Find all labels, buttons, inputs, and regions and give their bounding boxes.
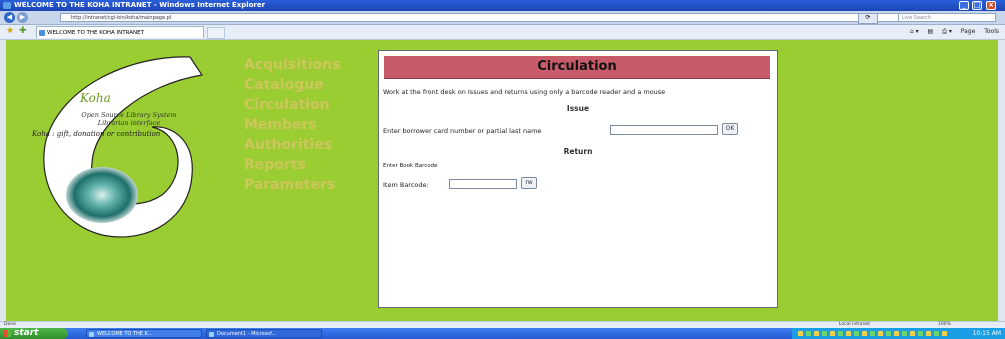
nav-circulation[interactable]: Circulation xyxy=(244,95,340,115)
address-bar: ◀ ▶ http://intranet/cgi-bin/koha/mainpag… xyxy=(0,11,1005,25)
start-label: start xyxy=(14,328,39,338)
taskbar-item-word[interactable]: Document1 - Microsof... xyxy=(206,329,322,338)
page-favicon-icon xyxy=(39,30,45,36)
logo-name: Koha xyxy=(80,91,111,105)
circulation-intro: Work at the front desk on Issues and ret… xyxy=(383,88,666,96)
new-tab-button[interactable] xyxy=(207,27,225,39)
ie-icon xyxy=(3,2,11,9)
book-barcode-label: Enter Book Barcode xyxy=(383,163,438,169)
search-input[interactable]: Live Search xyxy=(898,13,996,22)
status-bar: Done Local intranet 100% xyxy=(0,321,1005,328)
taskbar: start WELCOME TO THE K... Document1 - Mi… xyxy=(0,328,1005,339)
favorites-star-icon[interactable]: ★ xyxy=(6,27,14,36)
logo-tagline: Koha : gift, donation or contribution xyxy=(32,130,161,138)
issue-heading: Issue xyxy=(566,104,590,113)
nav-parameters[interactable]: Parameters xyxy=(244,175,340,195)
home-icon[interactable]: ⌂ ▾ xyxy=(910,28,919,35)
refresh-button[interactable]: ⟳ xyxy=(858,13,878,24)
windows-logo-icon xyxy=(4,330,11,337)
window-title-bar: WELCOME TO THE KOHA INTRANET - Windows I… xyxy=(0,0,1005,11)
tray-icons[interactable] xyxy=(798,331,948,336)
tab-title: WELCOME TO THE KOHA INTRANET xyxy=(47,30,144,36)
page-menu[interactable]: Page xyxy=(961,28,976,35)
borrower-label: Enter borrower card number or partial la… xyxy=(383,127,542,135)
return-heading: Return xyxy=(563,147,593,156)
toolbar-menus: ⌂ ▾ ▤ ⎙ ▾ Page Tools xyxy=(903,27,999,37)
tools-menu[interactable]: Tools xyxy=(984,28,999,35)
print-icon[interactable]: ⎙ ▾ xyxy=(942,28,952,35)
main-navigation: Acquisitions Catalogue Circulation Membe… xyxy=(244,55,340,195)
circulation-panel: Circulation Work at the front desk on Is… xyxy=(378,50,778,308)
nav-reports[interactable]: Reports xyxy=(244,155,340,175)
page-content: Koha Open Source Library System Libraria… xyxy=(6,40,998,321)
issue-ok-button[interactable]: OK xyxy=(722,123,738,135)
nav-catalogue[interactable]: Catalogue xyxy=(244,75,340,95)
clock: 10:15 AM xyxy=(972,330,1001,337)
ie-task-icon xyxy=(89,332,94,337)
taskbar-item-ie[interactable]: WELCOME TO THE K... xyxy=(86,329,202,338)
page-title: Circulation xyxy=(384,56,770,79)
nav-members[interactable]: Members xyxy=(244,115,340,135)
taskbar-item-label: WELCOME TO THE K... xyxy=(97,331,153,337)
logo-subtitle-2: Librarian interface xyxy=(97,119,161,127)
borrower-input[interactable] xyxy=(610,125,718,135)
taskbar-item-label: Document1 - Microsof... xyxy=(217,331,277,337)
item-barcode-input[interactable] xyxy=(449,179,517,189)
return-button[interactable]: rw xyxy=(521,177,537,189)
minimize-button[interactable]: _ xyxy=(959,1,969,10)
window-title: WELCOME TO THE KOHA INTRANET - Windows I… xyxy=(14,1,266,9)
swirl-logo-graphic xyxy=(43,56,204,238)
start-button[interactable]: start xyxy=(0,328,68,339)
nav-authorities[interactable]: Authorities xyxy=(244,135,340,155)
forward-button[interactable]: ▶ xyxy=(17,12,28,23)
add-favorites-icon[interactable]: ✚ xyxy=(19,27,27,36)
logo-subtitle: Open Source Library System xyxy=(81,111,177,119)
command-bar: ★ ✚ WELCOME TO THE KOHA INTRANET ⌂ ▾ ▤ ⎙… xyxy=(0,25,1005,40)
system-tray: 10:15 AM xyxy=(792,328,1005,339)
koha-logo: Koha Open Source Library System Libraria… xyxy=(32,45,232,245)
nav-acquisitions[interactable]: Acquisitions xyxy=(244,55,340,75)
browser-tab[interactable]: WELCOME TO THE KOHA INTRANET xyxy=(36,26,204,38)
close-button[interactable]: × xyxy=(986,1,996,10)
maximize-button[interactable]: □ xyxy=(972,1,982,10)
word-task-icon xyxy=(209,332,214,337)
back-button[interactable]: ◀ xyxy=(4,12,15,23)
item-barcode-label: Item Barcode: xyxy=(383,181,429,189)
feeds-icon[interactable]: ▤ xyxy=(928,28,934,35)
url-field[interactable]: http://intranet/cgi-bin/koha/mainpage.pl xyxy=(60,13,953,22)
